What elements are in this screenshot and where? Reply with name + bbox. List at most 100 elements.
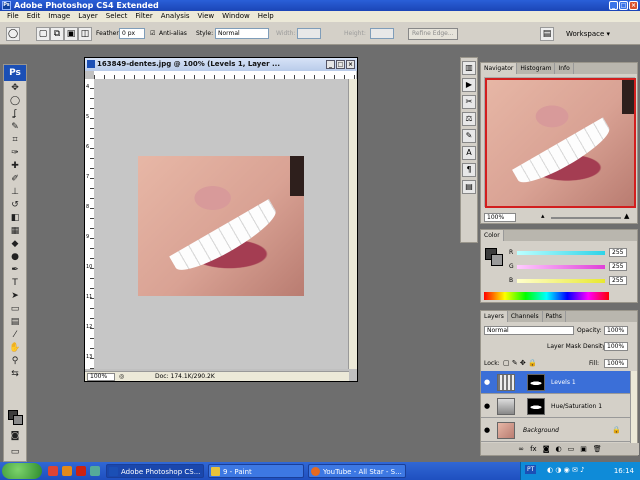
document-title-bar[interactable]: 163849-dentes.jpg @ 100% (Levels 1, Laye… [85, 58, 357, 71]
blur-tool-icon[interactable]: ◆ [5, 238, 25, 250]
visibility-eye-icon[interactable]: ● [484, 426, 493, 434]
quicklaunch-icon[interactable] [48, 466, 58, 476]
zoom-tool-icon[interactable]: ⚲ [5, 355, 25, 367]
feather-input[interactable]: 0 px [119, 28, 145, 39]
visibility-eye-icon[interactable]: ● [484, 402, 493, 410]
close-icon[interactable]: × [629, 1, 638, 10]
clone-source-icon[interactable]: ⚖ [462, 112, 476, 126]
gradient-tool-icon[interactable]: ▦ [5, 225, 25, 237]
screen-mode-icon[interactable]: ▭ [5, 446, 25, 458]
pen-tool-icon[interactable]: ✒ [5, 264, 25, 276]
color-spectrum-ramp[interactable] [484, 292, 609, 300]
canvas-area[interactable] [94, 79, 348, 369]
menu-layer[interactable]: Layer [74, 11, 102, 22]
photo-canvas[interactable] [138, 156, 304, 296]
start-button[interactable] [2, 463, 42, 479]
b-slider[interactable] [517, 279, 605, 283]
lock-pixels-icons[interactable]: ▢ ✎ ✥ 🔒 [503, 359, 537, 367]
doc-close-icon[interactable]: × [346, 60, 355, 69]
quick-select-tool-icon[interactable]: ✎ [5, 121, 25, 133]
eyedropper2-tool-icon[interactable]: ⁄ [5, 329, 25, 341]
menu-analysis[interactable]: Analysis [157, 11, 194, 22]
intersect-selection-icon[interactable]: ◫ [78, 27, 92, 41]
group-icon[interactable]: ▭ [568, 443, 575, 455]
trash-icon[interactable]: 🗑 [593, 443, 602, 455]
path-select-tool-icon[interactable]: ➤ [5, 290, 25, 302]
workspace-menu[interactable]: Workspace ▾ [566, 30, 610, 38]
tray-icons[interactable]: ◐ ◑ ◉ ✉ ♪ [547, 466, 585, 474]
tab-navigator[interactable]: Navigator [481, 63, 518, 74]
doc-minimize-icon[interactable]: _ [326, 60, 335, 69]
tab-histogram[interactable]: Histogram [517, 63, 556, 74]
history-brush-tool-icon[interactable]: ↺ [5, 199, 25, 211]
background-color-swatch[interactable] [13, 415, 23, 425]
tab-layers[interactable]: Layers [481, 311, 508, 322]
adjustment-layer-icon[interactable]: ◐ [556, 443, 562, 455]
menu-file[interactable]: File [3, 11, 23, 22]
menu-image[interactable]: Image [44, 11, 74, 22]
document-zoom-field[interactable]: 100% [87, 373, 115, 381]
tab-paths[interactable]: Paths [543, 311, 566, 322]
opacity-input[interactable]: 100% [604, 326, 628, 335]
doc-maximize-icon[interactable]: □ [336, 60, 345, 69]
zoom-in-icon[interactable]: ▲ [624, 212, 629, 220]
layer-levels[interactable]: ● Levels 1 [481, 371, 631, 394]
navigator-preview[interactable] [484, 77, 636, 208]
link-layers-icon[interactable]: ∞ [518, 443, 524, 455]
menu-window[interactable]: Window [218, 11, 254, 22]
actions-panel-icon[interactable]: ▶ [462, 78, 476, 92]
brush-tool-icon[interactable]: ✐ [5, 173, 25, 185]
style-select[interactable]: Normal [215, 28, 269, 39]
clone-stamp-tool-icon[interactable]: ⊥ [5, 186, 25, 198]
quicklaunch-icon[interactable] [62, 466, 72, 476]
menu-select[interactable]: Select [102, 11, 132, 22]
quick-mask-icon[interactable]: ◙ [5, 430, 25, 442]
visibility-eye-icon[interactable]: ● [484, 378, 493, 386]
quicklaunch-icon[interactable] [90, 466, 100, 476]
add-mask-icon[interactable]: ◙ [543, 443, 550, 455]
histogram-panel-icon[interactable]: ▥ [462, 61, 476, 75]
g-slider[interactable] [517, 265, 605, 269]
language-indicator[interactable]: PT [525, 465, 537, 474]
height-input[interactable] [370, 28, 394, 39]
minimize-icon[interactable]: _ [609, 1, 618, 10]
maximize-icon[interactable]: □ [619, 1, 628, 10]
menu-filter[interactable]: Filter [131, 11, 156, 22]
dodge-tool-icon[interactable]: ● [5, 251, 25, 263]
zoom-out-icon[interactable]: ▴ [541, 212, 545, 220]
tab-color[interactable]: Color [481, 230, 504, 241]
add-selection-icon[interactable]: ⧉ [50, 27, 64, 41]
fill-input[interactable]: 100% [604, 359, 628, 368]
marquee-tool-icon[interactable]: ◯ [5, 95, 25, 107]
tools-presets-icon[interactable]: ✂ [462, 95, 476, 109]
r-value-input[interactable]: 255 [609, 248, 627, 257]
eraser-tool-icon[interactable]: ◧ [5, 212, 25, 224]
navigator-zoom-slider[interactable] [551, 217, 621, 219]
character-panel-icon[interactable]: A [462, 146, 476, 160]
new-layer-icon[interactable]: ▣ [580, 443, 587, 455]
menu-view[interactable]: View [194, 11, 219, 22]
default-colors-icon[interactable]: ⇆ [5, 368, 25, 380]
navigator-view-box[interactable] [485, 78, 636, 208]
tab-channels[interactable]: Channels [508, 311, 543, 322]
navigator-zoom-field[interactable]: 100% [484, 213, 516, 222]
healing-brush-tool-icon[interactable]: ✚ [5, 160, 25, 172]
color-background-swatch[interactable] [491, 254, 503, 266]
width-input[interactable] [297, 28, 321, 39]
refine-edge-button[interactable]: Refine Edge... [408, 28, 458, 40]
layer-mask-thumbnail[interactable] [527, 374, 545, 391]
layer-background[interactable]: ● Background 🔒 [481, 419, 631, 442]
menu-help[interactable]: Help [254, 11, 278, 22]
layer-style-icon[interactable]: fx [530, 443, 537, 455]
menu-edit[interactable]: Edit [23, 11, 45, 22]
notes-tool-icon[interactable]: ▤ [5, 316, 25, 328]
vertical-scrollbar[interactable] [348, 79, 357, 369]
task-photoshop[interactable]: Adobe Photoshop CS... [106, 464, 204, 478]
horizontal-scrollbar[interactable] [219, 371, 349, 381]
tab-info[interactable]: Info [555, 63, 574, 74]
brushes-panel-icon[interactable]: ✎ [462, 129, 476, 143]
type-tool-icon[interactable]: T [5, 277, 25, 289]
new-selection-icon[interactable]: ▢ [36, 27, 50, 41]
lasso-tool-icon[interactable]: ʆ [5, 108, 25, 120]
paragraph-panel-icon[interactable]: ¶ [462, 163, 476, 177]
